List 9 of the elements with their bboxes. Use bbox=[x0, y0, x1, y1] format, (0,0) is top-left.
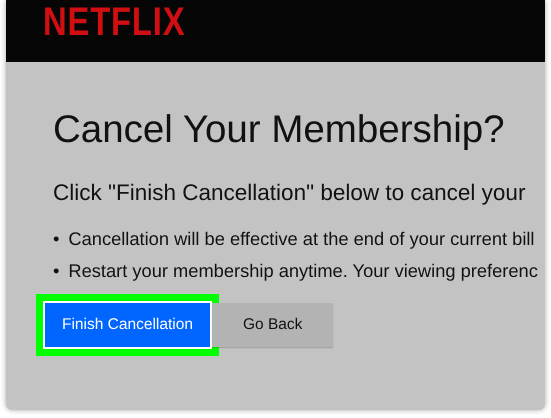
bullet-marker: • bbox=[53, 260, 60, 281]
bullet-marker: • bbox=[53, 228, 60, 249]
bullet-text: Restart your membership anytime. Your viewing preferenc bbox=[68, 260, 538, 281]
bullet-text: Cancellation will be effective at the end of your current bill bbox=[68, 228, 534, 249]
back-button[interactable]: Go Back bbox=[212, 303, 334, 347]
finish-button[interactable]: Finish Cancellation bbox=[45, 303, 210, 347]
subtitle: Click "Finish Cancellation" below to cancel your bbox=[53, 180, 526, 206]
logo[interactable]: NETFLIX bbox=[43, 0, 186, 44]
page-title: Cancel Your Membership? bbox=[53, 108, 506, 152]
